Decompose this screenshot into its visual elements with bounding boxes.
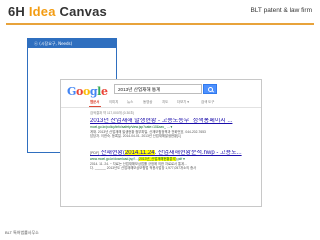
title-prefix: 6H [8,4,29,19]
url-highlight: 2013년_산업재해현황분석 [139,157,176,161]
tab-search-tools[interactable]: 검색 도구 [201,99,214,104]
tab-news[interactable]: 뉴스 [127,99,133,104]
title-highlight: Idea [28,4,56,19]
logo-letter: o [76,85,83,98]
tab-web[interactable]: 웹문서 [90,99,99,104]
result-title-link[interactable]: [PDF] 산재현황(2014.11.24. 산업재해현황분석.hwp - 고용… [90,150,258,157]
logo-letter: G [67,85,76,98]
active-tab-indicator [89,106,101,107]
result-title-highlight: 2014.11.24 [124,150,155,156]
result-stats: 검색결과 약 117,000개 (0.30초) [90,111,135,115]
tab-images[interactable]: 이미지 [109,99,118,104]
search-result: [PDF] 산재현황(2014.11.24. 산업재해현황분석.hwp - 고용… [90,150,258,171]
result-title-link[interactable]: 2013년 산업재해 발생현황 - 고용노동부_정책홍페이지 ... [90,118,258,125]
tab-videos[interactable]: 동영상 [143,99,152,104]
footer-label: BLT 특허법률사무소 [5,230,39,235]
search-button[interactable] [203,84,217,94]
result-title-part: . 산업재해현황분석.hwp - 고용노... [154,150,242,156]
logo-letter: e [100,85,108,98]
tab-maps[interactable]: 지도 [162,99,168,104]
search-result: 2013년 산업재해 발생현황 - 고용노동부_정책홍페이지 ... moel.… [90,118,258,139]
result-snippet: 다. ______ 2013년도 산업재해보상보험법 적용사업장 1,977,0… [90,166,197,171]
url-part: ).pdf ▾ [175,157,185,161]
search-tabs: 웹문서 이미지 뉴스 동영상 지도 더보기 ▾ 검색 도구 [61,98,261,108]
google-logo: Google [67,85,108,98]
brand-label: BLT patent & law firm [250,7,312,14]
search-icon [208,87,213,92]
tab-more[interactable]: 더보기 ▾ [177,99,189,104]
result-snippet: 담당자. 이한숙. 등록일. 2014-04-01. 2013년 산업재해발생현… [90,134,181,139]
header-divider [6,23,314,25]
needs-panel-header: ⓔ (시장요구, Needs) [28,39,116,48]
url-part: www.moel.go.kr/download.jsp?...( [90,157,140,161]
file-type-badge: [PDF] [90,151,100,155]
logo-letter: o [82,85,90,98]
slide-title: 6H Idea Canvas [8,4,107,19]
result-title-part: 산재현황( [100,150,125,156]
title-suffix: Canvas [55,4,107,19]
search-input[interactable]: 2013년 산업재해 통계 [114,84,202,94]
search-screenshot: Google 2013년 산업재해 통계 웹문서 이미지 뉴스 동영상 지도 더… [60,79,262,207]
